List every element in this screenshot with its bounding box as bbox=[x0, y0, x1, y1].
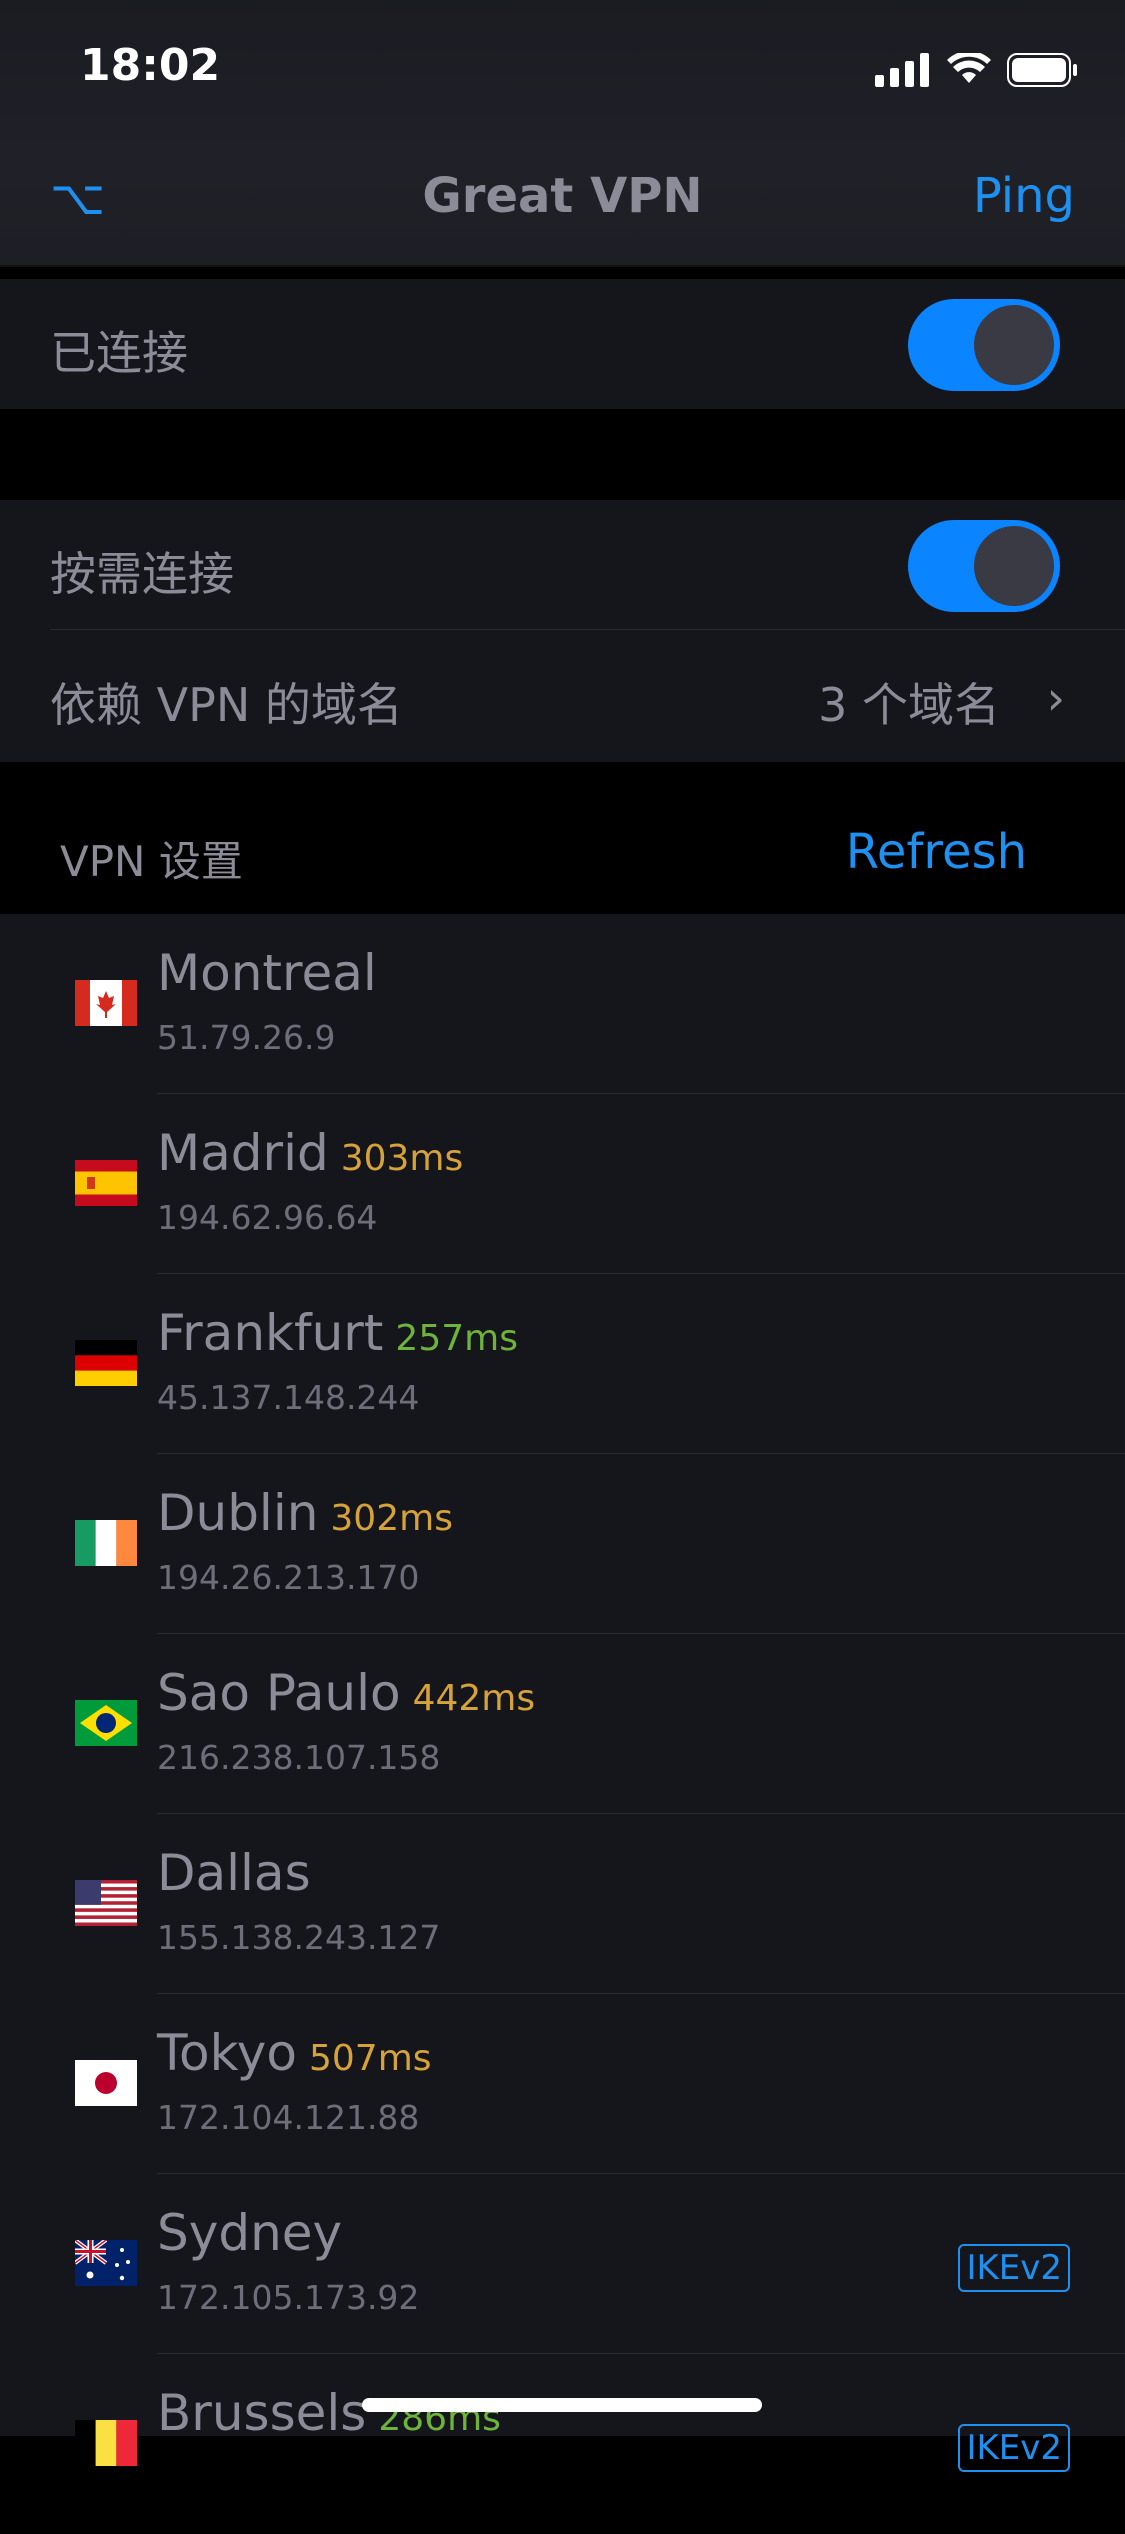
server-row[interactable]: Tokyo 507ms 172.104.121.88 bbox=[0, 1994, 1125, 2174]
on-demand-toggle[interactable] bbox=[908, 520, 1060, 612]
usa-flag-icon bbox=[75, 1880, 137, 1926]
ping-value: 302ms bbox=[330, 1498, 453, 1539]
server-ip: 194.26.213.170 bbox=[157, 1558, 420, 1597]
on-demand-label: 按需连接 bbox=[50, 547, 234, 601]
home-indicator[interactable] bbox=[362, 2398, 762, 2412]
cellular-signal-icon bbox=[875, 53, 929, 87]
server-ip: 172.104.121.88 bbox=[157, 2098, 420, 2137]
server-row[interactable]: Sao Paulo 442ms 216.238.107.158 bbox=[0, 1634, 1125, 1814]
connection-section: 已连接 bbox=[0, 279, 1125, 409]
city-name: Brussels bbox=[157, 2384, 367, 2442]
server-row[interactable]: Montreal 51.79.26.9 bbox=[0, 914, 1125, 1094]
ping-value: 303ms bbox=[340, 1138, 464, 1179]
server-city: Brussels 286ms bbox=[157, 2384, 501, 2442]
connected-toggle[interactable] bbox=[908, 299, 1060, 391]
status-time: 18:02 bbox=[80, 40, 221, 91]
germany-flag-icon bbox=[75, 1340, 137, 1386]
server-row[interactable]: Madrid 303ms 194.62.96.64 bbox=[0, 1094, 1125, 1274]
server-ip: 216.238.107.158 bbox=[157, 1738, 441, 1777]
chevron-right-icon: › bbox=[1046, 671, 1065, 725]
server-ip: 51.79.26.9 bbox=[157, 1018, 336, 1057]
server-city: Madrid 303ms bbox=[157, 1124, 463, 1182]
city-name: Tokyo bbox=[157, 2024, 297, 2082]
city-name: Madrid bbox=[157, 1124, 329, 1182]
protocol-badge: IKEv2 bbox=[958, 2244, 1070, 2292]
server-city: Dublin 302ms bbox=[157, 1484, 453, 1542]
connected-label: 已连接 bbox=[50, 326, 188, 380]
vpn-domains-label: 依赖 VPN 的域名 bbox=[50, 678, 403, 732]
divider bbox=[50, 629, 1125, 630]
city-name: Montreal bbox=[157, 944, 377, 1002]
server-row[interactable]: Sydney 172.105.173.92 IKEv2 bbox=[0, 2174, 1125, 2354]
city-name: Sao Paulo bbox=[157, 1664, 401, 1722]
japan-flag-icon bbox=[75, 2060, 137, 2106]
ping-value: 507ms bbox=[309, 2038, 432, 2079]
city-name: Dublin bbox=[157, 1484, 319, 1542]
navigation-bar: 18:02 ⌥ Great VPN Ping bbox=[0, 0, 1125, 267]
server-list: Montreal 51.79.26.9 Madrid 303ms 194.62.9… bbox=[0, 914, 1125, 2472]
toggle-knob bbox=[974, 305, 1054, 385]
server-row[interactable]: Dublin 302ms 194.26.213.170 bbox=[0, 1454, 1125, 1634]
server-ip: 155.138.243.127 bbox=[157, 1918, 441, 1957]
refresh-button[interactable]: Refresh bbox=[846, 824, 1027, 880]
on-demand-section: 按需连接 依赖 VPN 的域名 3 个域名 › bbox=[0, 500, 1125, 762]
ping-value: 442ms bbox=[412, 1678, 536, 1719]
server-row[interactable]: Brussels 286ms IKEv2 bbox=[0, 2354, 1125, 2534]
city-name: Dallas bbox=[157, 1844, 311, 1902]
protocol-badge: IKEv2 bbox=[958, 2424, 1070, 2472]
city-name: Sydney bbox=[157, 2204, 343, 2262]
wifi-icon bbox=[947, 53, 991, 83]
server-row[interactable]: Frankfurt 257ms 45.137.148.244 bbox=[0, 1274, 1125, 1454]
server-ip: 45.137.148.244 bbox=[157, 1378, 420, 1417]
ping-button[interactable]: Ping bbox=[973, 168, 1075, 224]
server-ip: 194.62.96.64 bbox=[157, 1198, 378, 1237]
belgium-flag-icon bbox=[75, 2420, 137, 2466]
on-demand-row: 按需连接 bbox=[0, 500, 1125, 630]
server-city: Tokyo 507ms bbox=[157, 2024, 432, 2082]
toggle-knob bbox=[974, 526, 1054, 606]
connected-row: 已连接 bbox=[0, 279, 1125, 409]
vpn-domains-count: 3 个域名 bbox=[818, 678, 1000, 732]
server-city: Dallas bbox=[157, 1844, 323, 1902]
canada-flag-icon bbox=[75, 980, 137, 1026]
status-icons bbox=[875, 50, 1079, 90]
server-city: Sydney bbox=[157, 2204, 354, 2262]
server-row[interactable]: Dallas 155.138.243.127 bbox=[0, 1814, 1125, 1994]
server-city: Frankfurt 257ms bbox=[157, 1304, 518, 1362]
vpn-domains-row[interactable]: 依赖 VPN 的域名 3 个域名 › bbox=[0, 631, 1125, 761]
server-city: Sao Paulo 442ms bbox=[157, 1664, 535, 1722]
ireland-flag-icon bbox=[75, 1520, 137, 1566]
city-name: Frankfurt bbox=[157, 1304, 384, 1362]
server-city: Montreal bbox=[157, 944, 389, 1002]
spain-flag-icon bbox=[75, 1160, 137, 1206]
page-title: Great VPN bbox=[422, 168, 703, 224]
server-ip: 172.105.173.92 bbox=[157, 2278, 420, 2317]
vpn-settings-header: VPN 设置 bbox=[60, 837, 243, 886]
brazil-flag-icon bbox=[75, 1700, 137, 1746]
ping-value: 257ms bbox=[395, 1318, 518, 1359]
battery-icon bbox=[1007, 53, 1077, 87]
australia-flag-icon bbox=[75, 2240, 137, 2286]
